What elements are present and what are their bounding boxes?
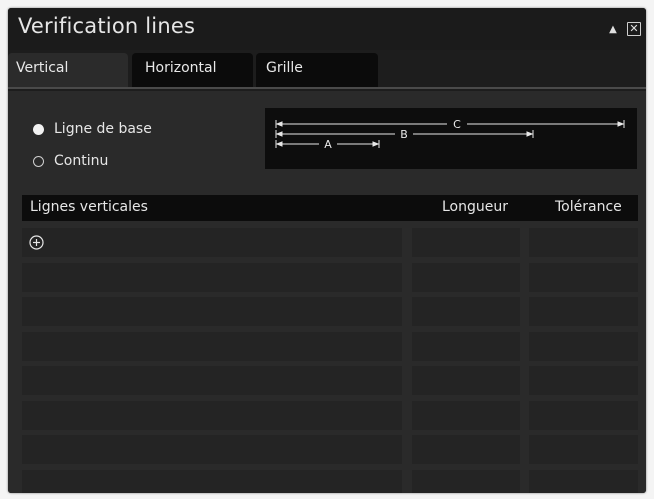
cell-longueur[interactable]: [412, 262, 520, 292]
cell-tolerance[interactable]: [529, 228, 638, 257]
radio-label: Ligne de base: [54, 121, 152, 137]
table-row[interactable]: [22, 262, 638, 292]
cell-tolerance[interactable]: [529, 366, 638, 395]
radio-continu[interactable]: Continu: [33, 153, 108, 169]
table-row[interactable]: [22, 435, 638, 464]
baseline-diagram: C B A: [265, 108, 637, 169]
cell-tolerance[interactable]: [529, 297, 638, 326]
dimension-lines-diagram: C B A: [275, 118, 625, 151]
diagram-label-b: B: [400, 128, 408, 141]
cell-line[interactable]: [22, 435, 402, 464]
arrow-c-end: [617, 121, 625, 127]
cell-line[interactable]: [22, 400, 402, 430]
table-row[interactable]: [22, 400, 638, 430]
radio-label: Continu: [54, 153, 109, 169]
cell-tolerance[interactable]: [529, 469, 638, 493]
diagram-label-c: C: [453, 118, 461, 131]
tab-content-vertical: Ligne de base Continu C B A Lignes verti…: [8, 91, 646, 493]
cell-longueur[interactable]: [412, 331, 520, 361]
radio-unselected-icon: [33, 155, 44, 167]
arrow-b-start: [275, 131, 283, 137]
cell-longueur[interactable]: [412, 228, 520, 257]
arrow-b-end: [526, 131, 534, 137]
add-circle-icon[interactable]: [29, 235, 44, 250]
cell-tolerance[interactable]: [529, 400, 638, 430]
cell-line[interactable]: [22, 262, 402, 292]
arrow-a-end: [372, 141, 380, 147]
cell-longueur[interactable]: [412, 400, 520, 430]
table-row[interactable]: [22, 469, 638, 493]
close-icon[interactable]: ✕: [627, 22, 641, 36]
radio-selected-icon: [33, 123, 44, 135]
cell-longueur[interactable]: [412, 366, 520, 395]
cell-longueur[interactable]: [412, 435, 520, 464]
verification-lines-dialog: Verification lines ▲ ✕ Vertical Horizont…: [8, 8, 646, 493]
cell-tolerance[interactable]: [529, 331, 638, 361]
cell-line[interactable]: [22, 331, 402, 361]
cell-line[interactable]: [22, 366, 402, 395]
arrow-c-start: [275, 121, 283, 127]
cell-line[interactable]: [22, 469, 402, 493]
table-row[interactable]: [22, 228, 638, 257]
column-header-longueur: Longueur: [442, 199, 508, 215]
cell-longueur[interactable]: [412, 297, 520, 326]
cell-line[interactable]: [22, 228, 402, 257]
cell-line[interactable]: [22, 297, 402, 326]
table-row[interactable]: [22, 331, 638, 361]
diagram-label-a: A: [324, 138, 332, 151]
column-header-tolerance: Tolérance: [555, 199, 622, 215]
tab-horizontal[interactable]: Horizontal: [132, 53, 253, 87]
window-title: Verification lines: [18, 14, 196, 38]
table-header: Lignes verticales Longueur Tolérance: [22, 195, 638, 221]
title-bar[interactable]: Verification lines ▲ ✕: [8, 8, 646, 50]
radio-ligne-de-base[interactable]: Ligne de base: [33, 121, 152, 137]
arrow-a-start: [275, 141, 283, 147]
tab-bar: Vertical Horizontal Grille: [8, 53, 646, 89]
table-row[interactable]: [22, 297, 638, 326]
tab-grille[interactable]: Grille: [256, 53, 378, 87]
column-header-lignes-verticales: Lignes verticales: [30, 199, 148, 215]
cell-tolerance[interactable]: [529, 262, 638, 292]
collapse-icon[interactable]: ▲: [606, 23, 620, 37]
tab-vertical[interactable]: Vertical: [8, 53, 128, 87]
table-row[interactable]: [22, 366, 638, 395]
cell-longueur[interactable]: [412, 469, 520, 493]
cell-tolerance[interactable]: [529, 435, 638, 464]
